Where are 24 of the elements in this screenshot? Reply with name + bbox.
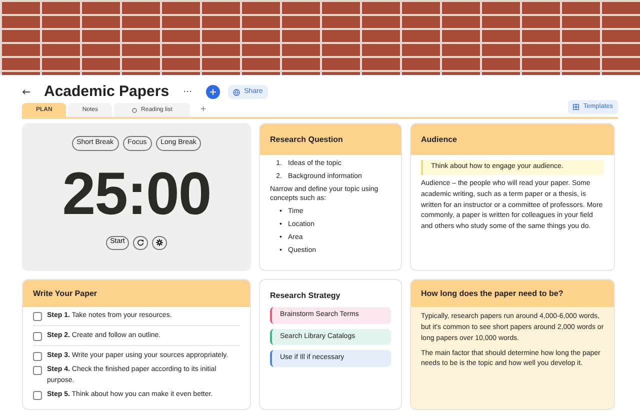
checkbox[interactable]: [33, 366, 42, 376]
checkbox[interactable]: [33, 390, 42, 400]
card-title: How long does the paper need to be?: [411, 280, 614, 307]
back-arrow-icon[interactable]: [22, 89, 30, 95]
card-title: Audience: [411, 124, 614, 155]
settings-icon: [156, 239, 163, 246]
checkbox[interactable]: [33, 352, 42, 362]
reset-button[interactable]: [132, 236, 148, 250]
circle-icon: [132, 108, 138, 112]
card-title: Write Your Paper: [23, 280, 250, 307]
page-title: Academic Papers: [44, 82, 170, 102]
add-tab-button[interactable]: +: [192, 103, 214, 117]
plus-icon: [210, 89, 216, 95]
globe-icon: [233, 88, 240, 96]
grid-icon: [573, 104, 580, 110]
reset-icon: [136, 239, 144, 246]
checkbox[interactable]: [33, 312, 42, 321]
card-title: Research Question: [260, 124, 401, 155]
checkbox[interactable]: [33, 332, 42, 342]
settings-button[interactable]: [152, 236, 167, 250]
add-button[interactable]: [206, 85, 220, 99]
more-button[interactable]: ···: [183, 85, 192, 99]
card-title: Research Strategy: [270, 290, 342, 302]
timer-display: 25:00: [62, 164, 211, 224]
